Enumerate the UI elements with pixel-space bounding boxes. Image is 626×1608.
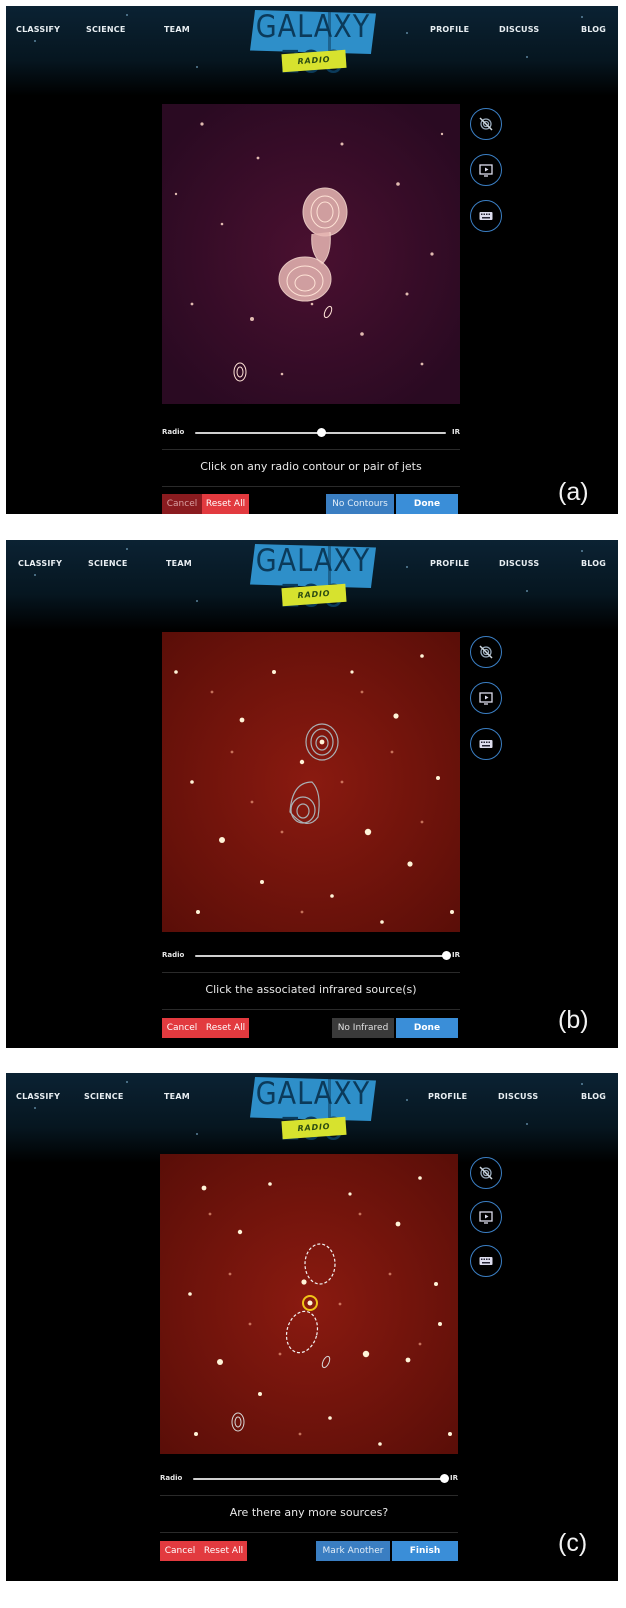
hide-contours-button[interactable] — [470, 108, 502, 140]
panel-label: (c) — [558, 1529, 588, 1557]
radio-ir-slider[interactable]: Radio IR — [162, 949, 460, 963]
keyboard-shortcuts-button[interactable] — [470, 200, 502, 232]
crossed-out-contours-icon — [479, 645, 493, 659]
nav-profile[interactable]: PROFILE — [428, 1092, 467, 1101]
slider-label-radio: Radio — [162, 428, 185, 436]
slider-label-ir: IR — [452, 951, 460, 959]
nav-discuss[interactable]: DISCUSS — [499, 25, 539, 34]
crossed-out-contours-icon — [479, 117, 493, 131]
keyboard-shortcuts-button[interactable] — [470, 1245, 502, 1277]
nav-team[interactable]: TEAM — [166, 559, 192, 568]
play-screen-icon — [479, 692, 493, 705]
play-screen-icon — [479, 1211, 493, 1224]
nav-profile[interactable]: PROFILE — [430, 559, 469, 568]
nav-science[interactable]: SCIENCE — [88, 559, 128, 568]
infrared-image-with-marks[interactable] — [160, 1154, 458, 1454]
infrared-image[interactable] — [162, 632, 460, 932]
keyboard-icon — [479, 1257, 493, 1265]
nav-team[interactable]: TEAM — [164, 1092, 190, 1101]
divider — [162, 1009, 460, 1010]
divider — [162, 972, 460, 973]
nav-discuss[interactable]: DISCUSS — [499, 559, 539, 568]
hide-contours-button[interactable] — [470, 636, 502, 668]
nav-blog[interactable]: BLOG — [581, 25, 606, 34]
nav-classify[interactable]: CLASSIFY — [16, 1092, 60, 1101]
galaxy-zoo-radio-logo[interactable]: GALAXY ZOO RADIO — [250, 1076, 376, 1148]
divider — [160, 1532, 458, 1533]
nav-blog[interactable]: BLOG — [581, 559, 606, 568]
mark-another-button[interactable]: Mark Another — [316, 1541, 390, 1561]
nav-science[interactable]: SCIENCE — [84, 1092, 124, 1101]
nav-blog[interactable]: BLOG — [581, 1092, 606, 1101]
example-images-button[interactable] — [470, 1201, 502, 1233]
no-contours-button[interactable]: No Contours — [326, 494, 394, 514]
finish-button[interactable]: Finish — [392, 1541, 458, 1561]
nav-classify[interactable]: CLASSIFY — [16, 25, 60, 34]
subject-image[interactable] — [162, 104, 460, 404]
task-prompt: Are there any more sources? — [229, 1506, 389, 1519]
hide-contours-button[interactable] — [470, 1157, 502, 1189]
slider-label-ir: IR — [450, 1474, 458, 1482]
no-infrared-button[interactable]: No Infrared — [332, 1018, 394, 1038]
nav-profile[interactable]: PROFILE — [430, 25, 469, 34]
classification-panel-c: CLASSIFY SCIENCE TEAM PROFILE DISCUSS BL… — [6, 1073, 618, 1581]
slider-label-ir: IR — [452, 428, 460, 436]
radio-ir-slider[interactable]: Radio IR — [162, 426, 460, 440]
classification-panel-a: CLASSIFY SCIENCE TEAM PROFILE DISCUSS BL… — [6, 6, 618, 514]
nav-science[interactable]: SCIENCE — [86, 25, 126, 34]
divider — [162, 486, 460, 487]
divider — [160, 1495, 458, 1496]
play-screen-icon — [479, 164, 493, 177]
subject-image[interactable] — [160, 1154, 458, 1454]
keyboard-icon — [479, 212, 493, 220]
classification-panel-b: CLASSIFY SCIENCE TEAM PROFILE DISCUSS BL… — [6, 540, 618, 1048]
logo-title-left: GALAXY — [255, 543, 371, 579]
subject-image[interactable] — [162, 632, 460, 932]
logo-title-left: GALAXY — [255, 9, 371, 45]
reset-all-button[interactable]: Reset All — [202, 494, 249, 514]
divider — [162, 449, 460, 450]
panel-label: (b) — [558, 1006, 589, 1034]
reset-all-button[interactable]: Reset All — [200, 1541, 247, 1561]
reset-all-button[interactable]: Reset All — [202, 1018, 249, 1038]
slider-track[interactable] — [193, 1478, 444, 1480]
cancel-button[interactable]: Cancel — [162, 1018, 202, 1038]
done-button[interactable]: Done — [396, 494, 458, 514]
keyboard-shortcuts-button[interactable] — [470, 728, 502, 760]
nav-discuss[interactable]: DISCUSS — [498, 1092, 538, 1101]
keyboard-icon — [479, 740, 493, 748]
done-button[interactable]: Done — [396, 1018, 458, 1038]
slider-thumb[interactable] — [440, 1474, 449, 1483]
galaxy-zoo-radio-logo[interactable]: GALAXY ZOO RADIO — [250, 543, 376, 615]
slider-thumb[interactable] — [442, 951, 451, 960]
cancel-button[interactable]: Cancel — [162, 494, 202, 514]
task-prompt: Click the associated infrared source(s) — [205, 983, 417, 996]
task-prompt: Click on any radio contour or pair of je… — [200, 460, 422, 473]
panel-label: (a) — [558, 478, 589, 506]
crossed-out-contours-icon — [479, 1166, 493, 1180]
nav-classify[interactable]: CLASSIFY — [18, 559, 62, 568]
cancel-button[interactable]: Cancel — [160, 1541, 200, 1561]
nav-team[interactable]: TEAM — [164, 25, 190, 34]
radio-ir-overlay-image[interactable] — [162, 104, 460, 404]
logo-title-left: GALAXY — [255, 1076, 371, 1112]
slider-thumb[interactable] — [316, 428, 326, 437]
example-images-button[interactable] — [470, 154, 502, 186]
radio-ir-slider[interactable]: Radio IR — [160, 1472, 458, 1486]
slider-label-radio: Radio — [162, 951, 185, 959]
slider-track[interactable] — [195, 955, 446, 957]
galaxy-zoo-radio-logo[interactable]: GALAXY ZOO RADIO — [250, 9, 376, 81]
slider-label-radio: Radio — [160, 1474, 183, 1482]
example-images-button[interactable] — [470, 682, 502, 714]
